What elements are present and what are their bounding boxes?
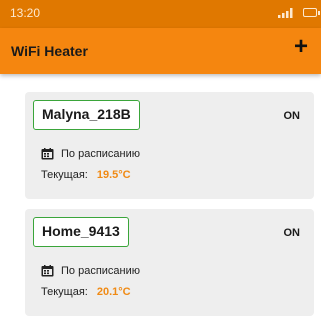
- device-current: Текущая: 19.5°C: [41, 169, 131, 181]
- app-bar: WiFi Heater +: [0, 28, 321, 74]
- calendar-icon: [41, 265, 54, 277]
- device-state[interactable]: ON: [284, 227, 301, 239]
- device-mode: По расписанию: [41, 148, 140, 160]
- device-mode: По расписанию: [41, 265, 140, 277]
- current-temperature: 19.5°C: [96, 169, 131, 181]
- current-temperature: 20.1°C: [96, 286, 131, 298]
- device-card[interactable]: Malyna_218B ON По расписанию Текущая: 19.…: [25, 92, 314, 199]
- calendar-icon: [41, 148, 54, 160]
- add-device-button[interactable]: +: [290, 35, 312, 59]
- device-state[interactable]: ON: [284, 110, 301, 122]
- signal-icon: [278, 8, 293, 18]
- status-bar: 13:20: [0, 0, 321, 28]
- battery-icon: [303, 8, 320, 17]
- current-label: Текущая:: [41, 286, 88, 298]
- device-mode-label: По расписанию: [61, 148, 141, 160]
- device-mode-label: По расписанию: [61, 265, 141, 277]
- device-current: Текущая: 20.1°C: [41, 286, 131, 298]
- device-name[interactable]: Malyna_218B: [33, 100, 140, 130]
- current-label: Текущая:: [41, 169, 88, 181]
- status-time: 13:20: [10, 6, 41, 20]
- device-card[interactable]: Home_9413 ON По расписанию Текущая: 20.1°…: [25, 209, 314, 316]
- app-title: WiFi Heater: [11, 43, 88, 59]
- device-name[interactable]: Home_9413: [33, 217, 129, 247]
